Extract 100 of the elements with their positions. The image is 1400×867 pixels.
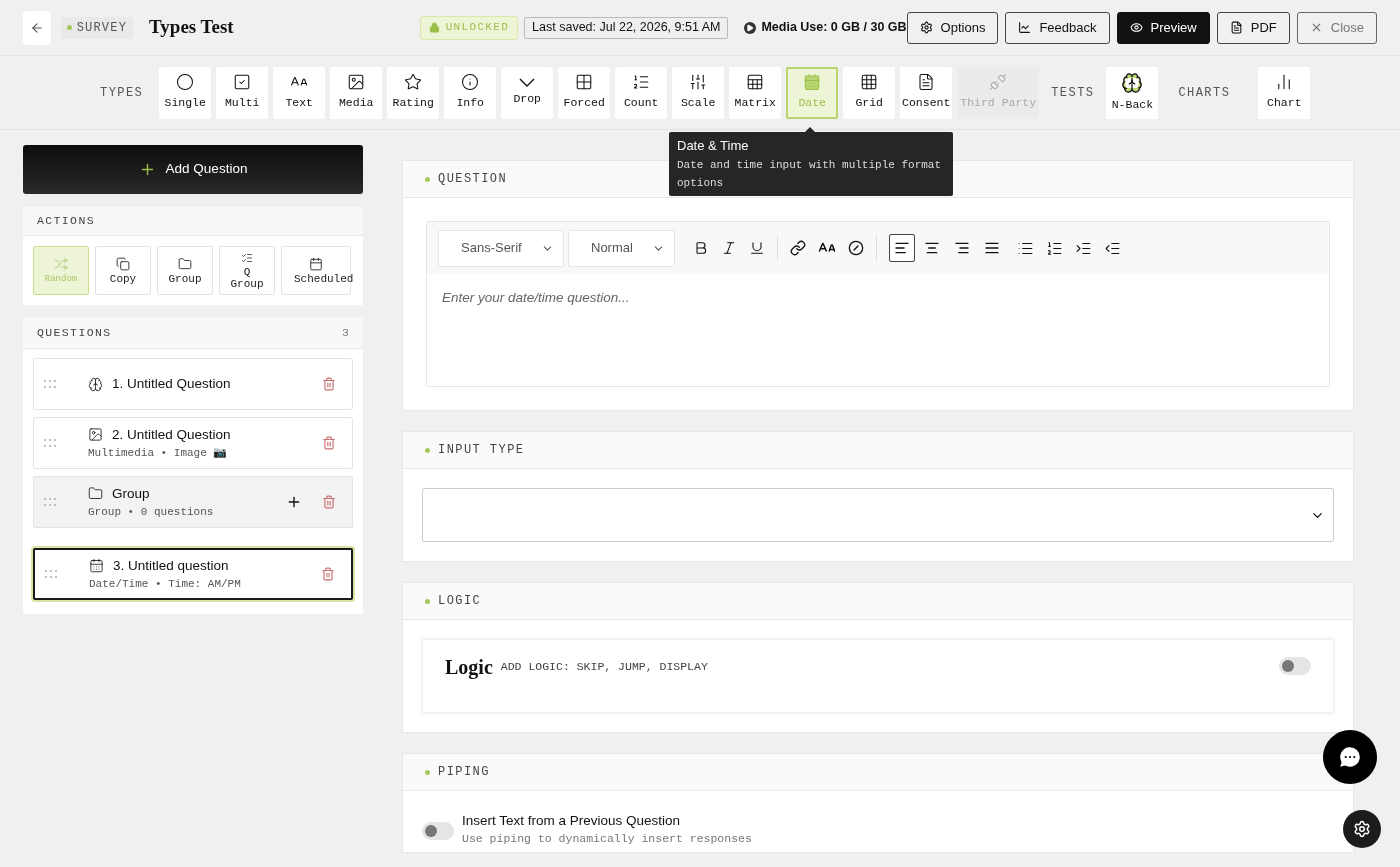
question-type-button[interactable]: Matrix bbox=[729, 66, 782, 119]
checkbox-icon bbox=[233, 73, 252, 92]
question-group[interactable]: Group Group • 0 questions bbox=[33, 476, 353, 528]
toolbar-group-label: TYPES bbox=[100, 84, 144, 102]
action-button[interactable]: Q Group bbox=[219, 246, 275, 295]
bold-icon[interactable] bbox=[693, 240, 709, 256]
brain-icon bbox=[1121, 71, 1144, 94]
brain-icon bbox=[88, 376, 103, 392]
chart-button[interactable]: Chart bbox=[1258, 66, 1311, 119]
unlocked-badge: UNLOCKED bbox=[419, 15, 519, 40]
line-chart-icon bbox=[1018, 21, 1032, 34]
section-heading: INPUT TYPE bbox=[438, 442, 525, 459]
font-select[interactable]: Sans-Serif bbox=[438, 229, 564, 267]
test-button[interactable]: N-Back bbox=[1106, 66, 1159, 119]
action-button[interactable]: Copy bbox=[95, 246, 151, 295]
underline-icon[interactable] bbox=[749, 240, 765, 256]
add-icon[interactable] bbox=[286, 494, 302, 510]
table-icon bbox=[746, 73, 765, 92]
plug-icon bbox=[989, 73, 1008, 92]
question-type-button[interactable]: Forced bbox=[558, 66, 611, 119]
clear-format-icon[interactable] bbox=[848, 240, 864, 256]
chevron-down-icon bbox=[519, 77, 536, 87]
add-question-button[interactable]: Add Question bbox=[23, 145, 363, 194]
drag-handle-icon[interactable] bbox=[44, 379, 58, 389]
toolbar-group-label: CHARTS bbox=[1178, 84, 1231, 102]
star-icon bbox=[404, 73, 423, 92]
settings-icon bbox=[919, 21, 933, 34]
logic-title: Logic bbox=[445, 655, 493, 681]
drag-handle-icon[interactable] bbox=[45, 569, 59, 579]
piping-description: Use piping to dynamically insert responses bbox=[462, 832, 752, 846]
calendar-icon bbox=[309, 256, 323, 271]
size-select[interactable]: Normal bbox=[568, 229, 675, 267]
trash-icon[interactable] bbox=[321, 567, 335, 581]
question-type-button[interactable]: Single bbox=[159, 66, 212, 119]
question-type-button[interactable]: Multi bbox=[216, 66, 269, 119]
section-heading: QUESTIONS bbox=[37, 325, 112, 342]
folder-icon bbox=[88, 486, 103, 502]
toggle-switch[interactable] bbox=[422, 822, 454, 840]
settings-button[interactable] bbox=[1343, 810, 1381, 848]
align-center-icon bbox=[924, 240, 940, 256]
trash-icon[interactable] bbox=[322, 495, 336, 509]
section-heading: QUESTION bbox=[438, 171, 508, 188]
drag-handle-icon[interactable] bbox=[44, 497, 58, 507]
question-title: Group bbox=[112, 484, 150, 503]
action-button[interactable]: Group bbox=[157, 246, 213, 295]
last-saved-label: Last saved: Jul 22, 2026, 9:51 AM bbox=[524, 16, 729, 39]
question-type-button[interactable]: Text bbox=[273, 66, 326, 119]
survey-title: Types Test bbox=[149, 15, 234, 40]
question-subtitle: Date/Time • Time: AM/PM bbox=[89, 576, 242, 592]
question-item[interactable]: 2. Untitled Question Multimedia • Image 📷 bbox=[33, 417, 353, 469]
italic-icon[interactable] bbox=[721, 240, 737, 256]
drag-handle-icon[interactable] bbox=[44, 438, 58, 448]
chat-button[interactable] bbox=[1323, 730, 1377, 784]
action-button[interactable]: Scheduled bbox=[281, 246, 351, 295]
link-icon[interactable] bbox=[790, 240, 806, 256]
header-button[interactable]: PDF bbox=[1216, 11, 1290, 44]
question-type-button[interactable]: Scale bbox=[672, 66, 725, 119]
question-type-button[interactable]: Drop bbox=[501, 66, 554, 119]
grid-icon bbox=[860, 73, 879, 92]
align-left-icon bbox=[894, 240, 910, 256]
question-type-button[interactable]: Consent bbox=[900, 66, 953, 119]
info-icon bbox=[461, 73, 480, 92]
settings-icon bbox=[1353, 820, 1371, 838]
question-subtitle: Group • 0 questions bbox=[88, 504, 215, 520]
question-item[interactable]: 3. Untitled question Date/Time • Time: AM/PM bbox=[33, 548, 353, 600]
header-button[interactable]: Close bbox=[1296, 11, 1377, 44]
header-button[interactable]: Options bbox=[906, 11, 999, 44]
question-type-button[interactable]: Media bbox=[330, 66, 383, 119]
numbered-list-icon[interactable] bbox=[1046, 239, 1063, 257]
sliders-icon bbox=[689, 73, 708, 92]
eye-icon bbox=[1129, 21, 1143, 34]
back-arrow-icon bbox=[29, 20, 44, 35]
header-button[interactable]: Feedback bbox=[1005, 11, 1110, 44]
align-button[interactable] bbox=[889, 234, 915, 262]
section-heading: PIPING bbox=[438, 764, 490, 781]
calendar-icon bbox=[89, 558, 104, 574]
trash-icon[interactable] bbox=[322, 377, 336, 391]
question-type-button[interactable]: Rating bbox=[387, 66, 440, 119]
image-icon bbox=[347, 73, 366, 92]
question-type-button[interactable]: Info bbox=[444, 66, 497, 119]
chat-icon bbox=[1337, 744, 1363, 770]
trash-icon[interactable] bbox=[322, 436, 336, 450]
question-subtitle: Multimedia • Image 📷 bbox=[88, 445, 229, 461]
document-icon bbox=[1229, 21, 1243, 34]
question-type-button[interactable]: Grid bbox=[843, 66, 896, 119]
image-icon bbox=[88, 427, 103, 443]
survey-badge: SURVEY bbox=[60, 16, 134, 39]
toolbar-group-label: TESTS bbox=[1051, 84, 1095, 102]
question-item[interactable]: 1. Untitled Question bbox=[33, 358, 353, 410]
input-type-select[interactable] bbox=[422, 488, 1334, 542]
section-heading: ACTIONS bbox=[37, 213, 95, 230]
header-button[interactable]: Preview bbox=[1116, 11, 1210, 44]
align-right-icon bbox=[954, 240, 970, 256]
question-title: 3. Untitled question bbox=[113, 556, 229, 575]
checklist-icon bbox=[241, 251, 253, 264]
toggle-switch[interactable] bbox=[1279, 657, 1311, 675]
question-type-button[interactable]: Count bbox=[615, 66, 668, 119]
align-justify-icon bbox=[984, 240, 1000, 256]
document-icon bbox=[917, 73, 936, 92]
question-count: 3 bbox=[342, 325, 349, 342]
